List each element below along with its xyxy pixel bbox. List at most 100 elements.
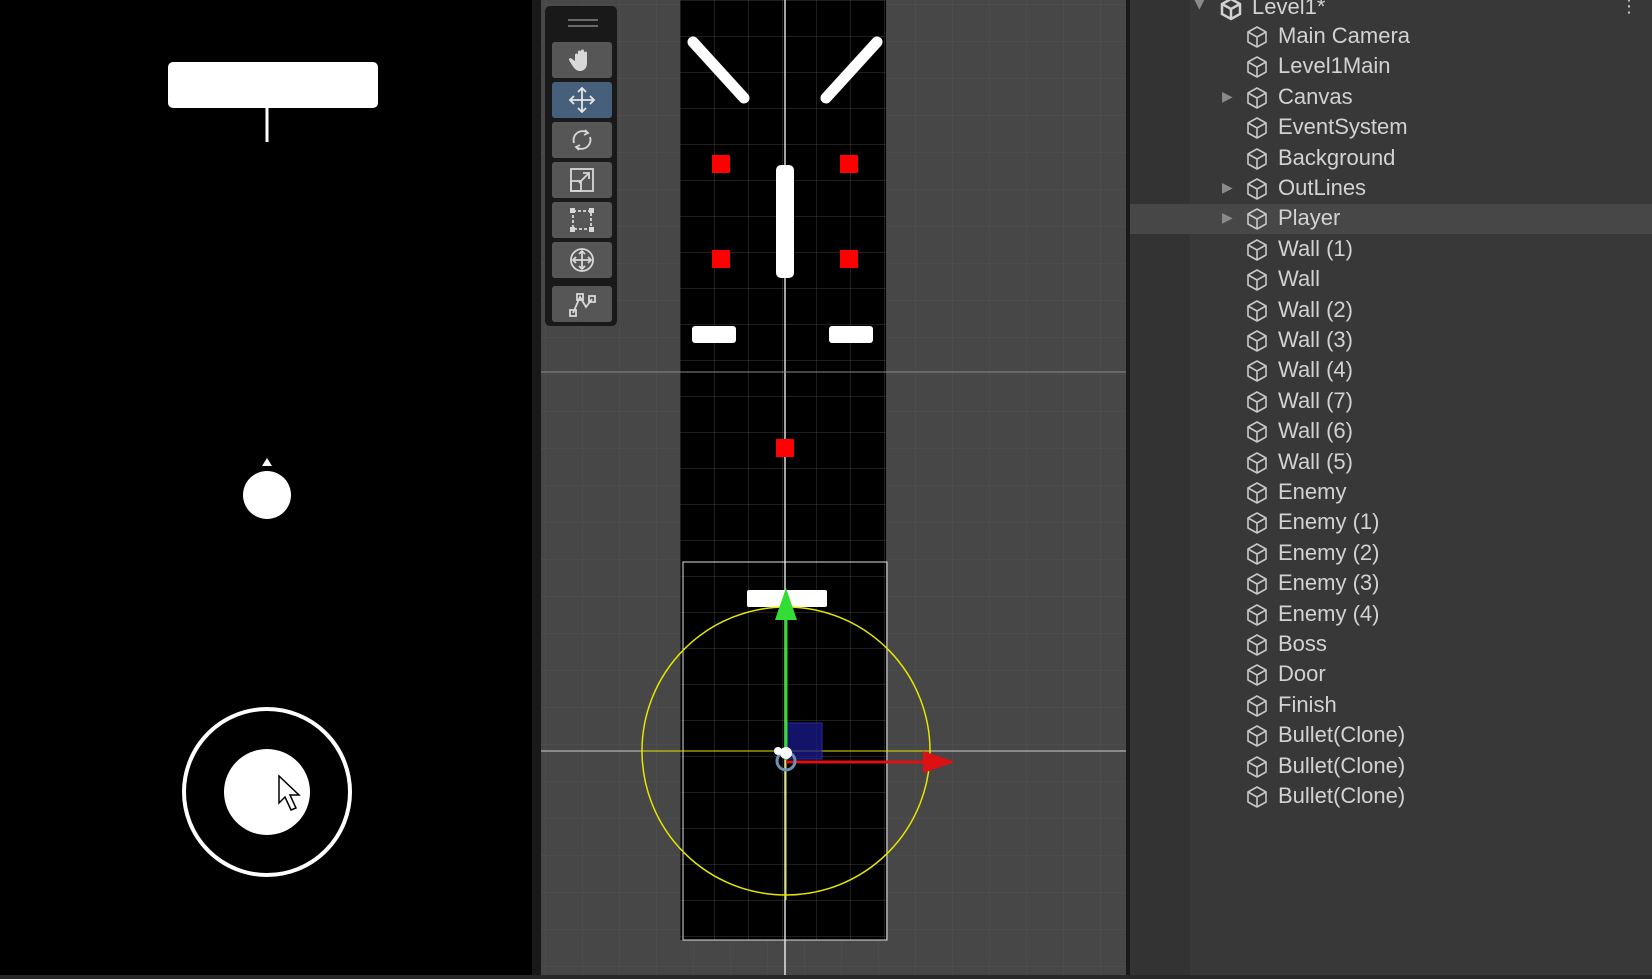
hierarchy-item[interactable]: Enemy (1) [1130, 508, 1652, 538]
hierarchy-item-label: Wall (2) [1278, 296, 1353, 322]
scene-view[interactable] [541, 0, 1126, 975]
hand-icon [568, 49, 587, 71]
expand-arrow-icon[interactable]: ▶ [1222, 210, 1233, 226]
gameobject-cube-icon [1247, 634, 1267, 656]
hierarchy-item-label: Canvas [1278, 83, 1353, 109]
gameobject-cube-icon [1247, 117, 1267, 139]
path-icon [569, 293, 596, 317]
hierarchy-item[interactable]: Wall (7) [1130, 387, 1652, 417]
enemy-sprite[interactable] [712, 250, 730, 268]
game-canvas[interactable] [0, 0, 532, 975]
transform-tool-button[interactable] [552, 242, 612, 278]
wall-small-left[interactable] [692, 326, 736, 343]
hierarchy-item[interactable]: Wall (4) [1130, 356, 1652, 386]
gameobject-cube-icon [1247, 603, 1267, 626]
hierarchy-item-label: Enemy (4) [1278, 600, 1380, 626]
hierarchy-item[interactable]: Background [1130, 144, 1652, 174]
hierarchy-item[interactable]: Wall (1) [1130, 235, 1652, 265]
hierarchy-item[interactable]: Main Camera [1130, 22, 1652, 52]
hierarchy-item[interactable]: ▶ OutLines [1130, 174, 1652, 204]
hierarchy-item-label: Finish [1278, 691, 1337, 717]
gameobject-cube-icon [1247, 330, 1267, 352]
hierarchy-item-label: Boss [1278, 631, 1327, 656]
enemy-sprite[interactable] [840, 155, 858, 173]
hierarchy-item-label: Enemy (3) [1278, 570, 1380, 596]
scene-canvas[interactable] [541, 0, 1126, 975]
custom-tool-button[interactable] [552, 286, 612, 322]
hand-tool-button[interactable] [552, 42, 612, 78]
hierarchy-panel: ▼ Level1* ⋮ Main Camera Level1Main ▶ Canvas… [1130, 0, 1652, 975]
gameobject-cube-icon [1247, 573, 1267, 595]
hierarchy-item-label: Player [1278, 205, 1341, 231]
hierarchy-item[interactable]: Wall (6) [1130, 417, 1652, 447]
hierarchy-item[interactable]: Enemy (3) [1130, 569, 1652, 599]
expand-arrow-icon[interactable]: ▶ [1222, 180, 1233, 196]
gameobject-cube-icon [1247, 390, 1267, 413]
hierarchy-item-label: Door [1278, 661, 1326, 687]
hierarchy-item[interactable]: Bullet(Clone) [1130, 721, 1652, 751]
expand-arrow-icon[interactable]: ▶ [1222, 89, 1233, 105]
hierarchy-item-label: Bullet(Clone) [1278, 722, 1406, 748]
hierarchy-item[interactable]: Bullet(Clone) [1130, 752, 1652, 782]
hierarchy-item-label: Bullet(Clone) [1278, 783, 1406, 808]
gameobject-cube-icon [1247, 147, 1267, 170]
panel-divider[interactable] [532, 0, 541, 975]
hierarchy-item[interactable]: Bullet(Clone) [1130, 782, 1652, 812]
hierarchy-item[interactable]: Boss [1130, 630, 1652, 660]
hierarchy-item[interactable]: Finish [1130, 691, 1652, 721]
scale-icon [570, 168, 594, 192]
gameobject-cube-icon [1247, 542, 1267, 565]
expand-arrow-icon[interactable]: ▼ [1194, 0, 1205, 12]
gameobject-cube-icon [1247, 755, 1267, 778]
hierarchy-item[interactable]: ▶ Player [1130, 204, 1652, 235]
gameobject-cube-icon [1247, 786, 1267, 808]
hierarchy-item[interactable]: Enemy (2) [1130, 539, 1652, 569]
gameobject-cube-icon [1247, 664, 1267, 687]
hierarchy-item-label: Wall (6) [1278, 418, 1353, 444]
hierarchy-item-label: Level1Main [1278, 53, 1391, 79]
gameobject-cube-icon [1247, 421, 1267, 443]
gameobject-cube-icon [1247, 299, 1267, 322]
wall-small-right[interactable] [829, 326, 873, 343]
hierarchy-item[interactable]: Wall (3) [1130, 326, 1652, 356]
hierarchy-item-label: Wall (7) [1278, 387, 1353, 413]
gameobject-cube-icon [1247, 512, 1267, 535]
hierarchy-item-label: Main Camera [1278, 23, 1411, 48]
camera-icon-lens [774, 747, 782, 755]
rotate-tool-button[interactable] [552, 122, 612, 158]
hierarchy-item[interactable]: Wall (2) [1130, 296, 1652, 326]
background-grid [680, 0, 886, 940]
hierarchy-item-label: Background [1278, 144, 1396, 170]
hierarchy-item[interactable]: EventSystem [1130, 113, 1652, 143]
hierarchy-item[interactable]: Level1Main [1130, 52, 1652, 82]
hierarchy-item-label: Wall (4) [1278, 357, 1353, 383]
hierarchy-item-label: Enemy (1) [1278, 509, 1380, 535]
hierarchy-item[interactable]: Door [1130, 660, 1652, 690]
hierarchy-item[interactable]: Enemy [1130, 478, 1652, 508]
hierarchy-item[interactable]: Wall [1130, 265, 1652, 295]
gameobject-cube-icon [1247, 208, 1267, 231]
gameobject-cube-icon [1247, 56, 1267, 79]
hierarchy-item-label: Wall (1) [1278, 235, 1353, 261]
rect-tool-button[interactable] [552, 202, 612, 238]
gameobject-cube-icon [1247, 482, 1267, 504]
hierarchy-item[interactable]: Wall (5) [1130, 448, 1652, 478]
hierarchy-item-label: EventSystem [1278, 114, 1408, 140]
boss-sprite[interactable] [776, 165, 794, 278]
enemy-sprite[interactable] [840, 250, 858, 268]
gameobject-cube-icon [1247, 725, 1267, 747]
scale-tool-button[interactable] [552, 162, 612, 198]
hierarchy-item[interactable]: ▶ Canvas [1130, 83, 1652, 113]
game-view[interactable] [0, 0, 532, 975]
hierarchy-item[interactable]: Enemy (4) [1130, 600, 1652, 630]
joystick-knob[interactable] [224, 749, 310, 835]
enemy-sprite[interactable] [776, 439, 794, 457]
enemy-sprite[interactable] [712, 155, 730, 173]
more-options-icon[interactable]: ⋮ [1620, 0, 1638, 17]
boss-bar [168, 62, 378, 108]
hierarchy-item-label: OutLines [1278, 175, 1367, 200]
hierarchy-item-label: Wall [1278, 266, 1320, 292]
move-tool-button[interactable] [552, 82, 612, 118]
gameobject-cube-icon [1247, 26, 1267, 48]
transform-icon [570, 248, 594, 272]
